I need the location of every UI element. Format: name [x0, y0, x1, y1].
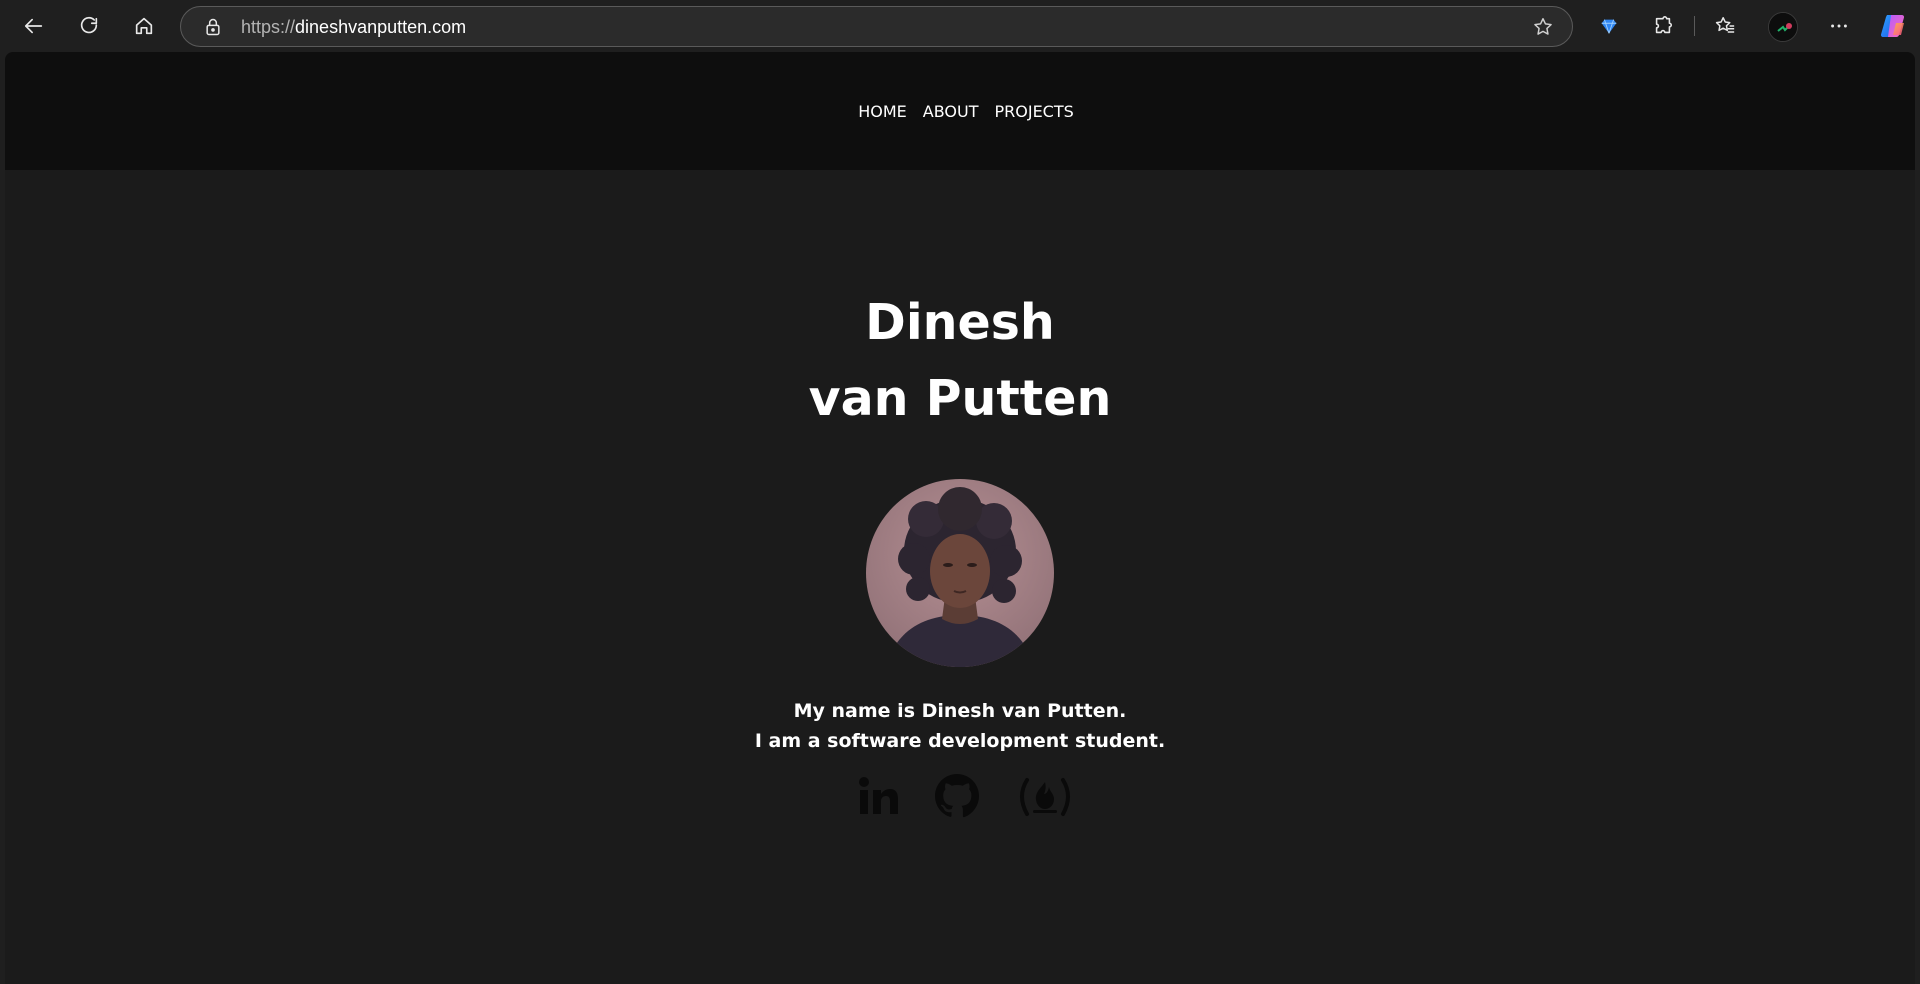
- url-scheme: https://: [241, 17, 296, 37]
- home-icon: [135, 17, 153, 35]
- star-icon[interactable]: [1532, 16, 1554, 38]
- address-bar[interactable]: https://dineshvanputten.com: [180, 6, 1573, 47]
- profile-photo-image: [866, 479, 1054, 667]
- more-button[interactable]: [1823, 10, 1855, 42]
- linkedin-icon[interactable]: [858, 772, 898, 824]
- nav-link-about[interactable]: ABOUT: [923, 102, 979, 121]
- back-button[interactable]: [16, 8, 52, 44]
- profile-picture: [1769, 13, 1797, 41]
- freecodecamp-icon[interactable]: [1015, 772, 1075, 824]
- back-icon: [24, 18, 43, 34]
- site-nav: HOME ABOUT PROJECTS: [5, 102, 1915, 121]
- github-icon[interactable]: [933, 772, 981, 824]
- puzzle-icon: [1655, 16, 1673, 34]
- extensions-button[interactable]: [1647, 10, 1679, 42]
- toolbar-divider: [1694, 16, 1695, 36]
- browser-toolbar: https://dineshvanputten.com: [0, 0, 1920, 52]
- page-viewport: HOME ABOUT PROJECTS Dinesh van Putten My…: [5, 52, 1915, 984]
- profile-photo: [866, 479, 1054, 667]
- site-header: HOME ABOUT PROJECTS: [5, 52, 1915, 170]
- copilot-icon[interactable]: [1878, 11, 1908, 41]
- url-text[interactable]: https://dineshvanputten.com: [241, 17, 466, 38]
- home-button[interactable]: [126, 8, 162, 44]
- extension-gem-icon: [1601, 19, 1617, 34]
- extension-gem-button[interactable]: [1593, 10, 1625, 42]
- reload-button[interactable]: [71, 8, 107, 44]
- favorites-icon: [1715, 17, 1735, 33]
- more-icon: [1831, 24, 1847, 28]
- bio-line-1: My name is Dinesh van Putten.: [793, 700, 1127, 722]
- nav-link-home[interactable]: HOME: [858, 102, 907, 121]
- reload-icon: [80, 16, 98, 34]
- lock-icon[interactable]: [203, 17, 223, 37]
- profile-avatar[interactable]: [1768, 12, 1798, 42]
- hero-name-first: Dinesh: [865, 294, 1055, 351]
- hero-name-last: van Putten: [808, 370, 1112, 427]
- nav-link-projects[interactable]: PROJECTS: [994, 102, 1073, 121]
- favorites-button[interactable]: [1709, 10, 1741, 42]
- social-links: [5, 772, 1915, 824]
- url-host: dineshvanputten.com: [295, 17, 467, 37]
- bio-line-2: I am a software development student.: [754, 730, 1166, 752]
